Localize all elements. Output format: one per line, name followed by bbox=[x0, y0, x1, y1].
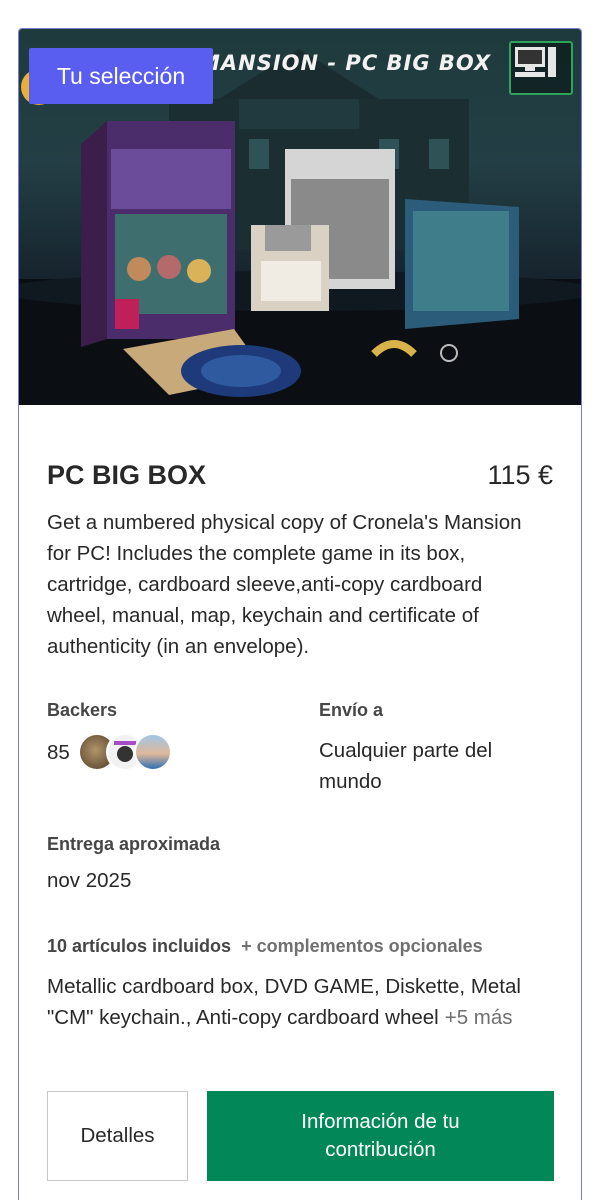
included-items-section: 10 artículos incluidos + complementos op… bbox=[47, 936, 553, 1033]
delivery-label: Entrega aproximada bbox=[47, 834, 221, 854]
backers-label: Backers bbox=[47, 700, 118, 720]
pc-platform-icon bbox=[509, 41, 573, 95]
reward-price: 115 € bbox=[487, 460, 553, 490]
delivery-section: Entrega aproximada nov 2025 bbox=[47, 834, 220, 896]
optional-addons-label: + complementos opcionales bbox=[241, 936, 483, 956]
reward-title: PC BIG BOX bbox=[47, 460, 207, 490]
contribution-info-button[interactable]: Información de tu contribución bbox=[207, 1091, 554, 1181]
shipping-section: Envío a Cualquier parte del mundo bbox=[319, 700, 549, 797]
backers-count: 85 bbox=[47, 740, 70, 764]
person-avatar bbox=[133, 733, 172, 771]
shipping-label: Envío a bbox=[319, 700, 384, 720]
reward-description: Get a numbered physical copy of Cronela'… bbox=[47, 511, 522, 658]
more-items-link[interactable]: +5 más bbox=[445, 1006, 513, 1029]
hero-banner-title: MANSION - PC BIG BOX bbox=[199, 51, 492, 75]
shipping-value: Cualquier parte del mundo bbox=[319, 739, 493, 793]
selection-badge: Tu selección bbox=[29, 48, 213, 104]
details-button[interactable]: Detalles bbox=[47, 1091, 188, 1181]
reward-header: PC BIG BOX 115 € bbox=[47, 460, 553, 491]
items-count-label: 10 artículos incluidos bbox=[47, 936, 232, 956]
backers-section: Backers 85 bbox=[47, 700, 172, 771]
delivery-value: nov 2025 bbox=[47, 869, 132, 892]
